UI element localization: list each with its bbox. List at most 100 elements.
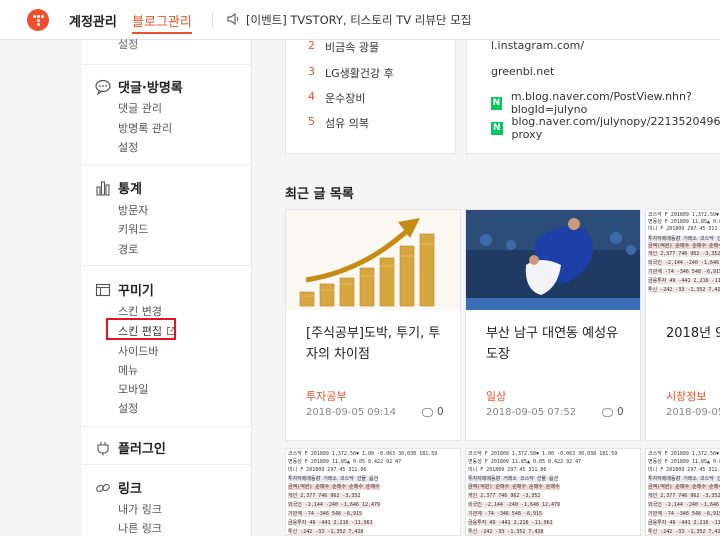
sidebar-divider	[81, 265, 252, 266]
post-card-thumbnail[interactable]: 코스닥 F 201809 1,372.50▼ 1.00 -0.063 30,03…	[465, 448, 641, 536]
post-card-thumbnail[interactable]: 코스닥 F 201809 1,372.50▼ 1.00 -0.063 30,03…	[645, 448, 720, 536]
post-title[interactable]: 2018년 9월 종합/마감시	[666, 323, 720, 344]
thumb-table-row: 변동성 F 201809 11.85▲ 0.05 0.422 92 47	[468, 459, 582, 465]
sidebar-item-keywords[interactable]: 키워드	[118, 221, 148, 237]
rank-number: 2	[308, 40, 315, 52]
sidebar-item-customize-settings[interactable]: 설정	[118, 400, 138, 416]
plugin-icon	[97, 441, 109, 455]
rank-item[interactable]: LG생활건강 후	[325, 65, 394, 81]
sidebar-item-comment-manage[interactable]: 댓글 관리	[118, 100, 162, 116]
post-card-thumbnail[interactable]: 코스닥 F 201809 1,372.50▼ 1.00 -0.063 30,03…	[285, 448, 461, 536]
thumb-table-row: 코스닥 F 201809 1,372.50▼ 1.00 -0.063 30,03…	[288, 451, 438, 457]
rank-item[interactable]: 섬유 의복	[325, 115, 369, 131]
post-comments[interactable]: 0	[422, 406, 444, 418]
ranking-panel: 2 비금속 광물 3 LG생활건강 후 4 운수장비 5 섬유 의복	[285, 40, 456, 154]
referrer-links-panel: l.instagram.com/ greenbi.net N m.blog.na…	[466, 40, 720, 154]
post-category[interactable]: 일상	[486, 388, 506, 404]
sidebar-item-settings-top[interactable]: 설정	[118, 36, 138, 52]
post-card[interactable]: 코스닥 F 201809 1,372.50▼ 1.00 -0.063 30,03…	[645, 209, 720, 441]
rank-item[interactable]: 운수장비	[325, 90, 365, 106]
post-thumbnail-judo-image	[466, 210, 640, 310]
thumb-table-row: 금융투자 49 -441 2,216 -11,961	[648, 520, 720, 526]
thumb-table-row: 개인 2,377 746 962 -3,352	[468, 493, 541, 499]
sidebar-item-referrers[interactable]: 경로	[118, 241, 138, 257]
comment-bubble-icon	[422, 407, 433, 417]
thumb-table-row: 투자자매매동향 거래소 코스닥 선물 옵션	[288, 476, 379, 482]
sidebar-item-comment-settings[interactable]: 설정	[118, 139, 138, 155]
sidebar-section-plugin[interactable]: 플러그인	[95, 438, 166, 457]
post-category[interactable]: 투자공부	[306, 388, 346, 404]
naver-icon: N	[491, 96, 502, 110]
post-thumbnail-coins-image	[286, 210, 460, 310]
sidebar-section-comments[interactable]: 댓글·방명록	[95, 77, 183, 96]
comment-icon	[95, 79, 111, 95]
sidebar-item-other-links[interactable]: 나른 링크	[118, 520, 162, 536]
referrer-link[interactable]: greenbi.net	[491, 65, 554, 78]
thumb-table-row: 코스닥 F 201809 1,372.50▼ 1.00 -0.063 30,03…	[648, 451, 720, 457]
thumb-table-row: 기관계 -74 -346 548 -6,915	[648, 511, 720, 517]
recent-posts-title: 최근 글 목록	[285, 187, 354, 202]
post-date: 2018-09-05	[666, 407, 720, 418]
layout-icon	[95, 283, 111, 296]
rank-item[interactable]: 비금속 광물	[325, 40, 379, 55]
sidebar-item-sidebar[interactable]: 사이드바	[118, 343, 158, 359]
post-title[interactable]: [주식공부]도박, 투기, 투자의 차이점	[306, 323, 446, 365]
sidebar-section-customize[interactable]: 꾸미기	[95, 280, 154, 299]
sidebar-item-menu[interactable]: 메뉴	[118, 362, 138, 378]
sidebar-item-mobile[interactable]: 모바일	[118, 381, 148, 397]
post-comments[interactable]: 0	[602, 406, 624, 418]
thumb-table-row: 미니 F 201809 297.45 311.06	[288, 467, 367, 473]
thumb-table-row: 미니 F 201809 297.45 311.06	[648, 467, 720, 473]
thumb-table-row: 투신 -242 -33 -1,352 7,428	[288, 529, 364, 535]
main-content: 2 비금속 광물 3 LG생활건강 후 4 운수장비 5 섬유 의복 l.ins…	[256, 40, 720, 536]
sidebar-section-stats[interactable]: 통계	[95, 178, 142, 197]
sidebar-item-visitors[interactable]: 방문자	[118, 202, 148, 218]
post-date: 2018-09-05 09:14	[306, 407, 397, 418]
post-date: 2018-09-05 07:52	[486, 407, 577, 418]
thumb-table-row: 외국인 -2,144 -240 -1,646 12,479	[468, 502, 561, 508]
thumb-table-row: 외국인 -2,144 -240 -1,646 12,479	[648, 260, 720, 266]
thumb-table-row: 외국인 -2,144 -240 -1,646 12,479	[648, 502, 720, 508]
speaker-icon	[227, 12, 239, 26]
thumb-table-row: 투자자매매동향 거래소 코스닥 선물 옵션	[648, 236, 720, 242]
thumb-table-row: 변동성 F 201809 11.85▲ 0.05 0.422 92 47	[648, 219, 720, 225]
thumb-table-row: 코스닥 F 201809 1,372.50▼ 1.00 -0.063 30,03…	[468, 451, 618, 457]
referrer-link[interactable]: l.instagram.com/	[491, 40, 584, 52]
sidebar-section-link[interactable]: 링크	[95, 478, 142, 497]
sidebar-divider	[81, 164, 252, 165]
sidebar-item-my-links[interactable]: 내가 링크	[118, 501, 162, 517]
thumb-table-row: 금융투자 49 -441 2,216 -11,961	[288, 520, 373, 526]
thumb-table-row: 기관계 -74 -346 548 -6,915	[468, 511, 543, 517]
sidebar-section-title: 플러그인	[118, 442, 166, 457]
thumb-table-row: 투자자매매동향 거래소 코스닥 선물 옵션	[468, 476, 559, 482]
referrer-link[interactable]: N blog.naver.com/julynopy/221352049666?p…	[491, 115, 720, 141]
thumb-table-row: 개인 2,377 746 962 -3,352	[648, 493, 720, 499]
post-thumbnail-table-image: 코스닥 F 201809 1,372.50▼ 1.00 -0.063 30,03…	[646, 210, 720, 310]
naver-icon: N	[491, 121, 503, 135]
sidebar-item-skin-change[interactable]: 스킨 변경	[118, 303, 162, 319]
post-card[interactable]: 부산 남구 대연동 예성유도장 일상 2018-09-05 07:52 0	[465, 209, 641, 441]
thumb-table-row: 투신 -242 -33 -1,352 7,428	[468, 529, 544, 535]
notice-banner[interactable]: [이벤트] TVSTORY, 티스토리 TV 리뷰단 모집	[246, 12, 471, 28]
post-card[interactable]: [주식공부]도박, 투기, 투자의 차이점 투자공부 2018-09-05 09…	[285, 209, 461, 441]
nav-blog-management[interactable]: 블로그관리	[132, 11, 192, 34]
sidebar-divider	[81, 426, 252, 427]
post-category[interactable]: 시장정보	[666, 388, 706, 404]
sidebar-section-title: 꾸미기	[118, 284, 154, 299]
sidebar-item-guestbook-manage[interactable]: 방명록 관리	[118, 120, 172, 136]
header-divider	[212, 12, 213, 28]
post-title[interactable]: 부산 남구 대연동 예성유도장	[486, 323, 626, 365]
thumb-table-row: 코스닥 F 201809 1,372.50▼ 1.00 -0.063 30,03…	[648, 212, 720, 218]
link-text: l.instagram.com/	[491, 40, 585, 52]
referrer-link[interactable]: N m.blog.naver.com/PostView.nhn?blogId=j…	[491, 90, 720, 116]
thumb-table-row: 미니 F 201809 297.45 311.06	[468, 467, 547, 473]
thumb-table-row: 변동성 F 201809 11.85▲ 0.05 0.422 92 47	[288, 459, 402, 465]
thumb-table-row: 투신 -242 -33 -1,352 7,428	[648, 287, 720, 293]
thumb-table-row: 미니 F 201809 297.45 311.06	[648, 226, 720, 232]
thumb-table-row: 개인 2,377 746 962 -3,352	[648, 251, 720, 257]
tistory-logo-icon[interactable]	[27, 9, 49, 31]
thumb-table-row: 금액(억원) 순매수 순매수 순매수 순매수	[648, 243, 720, 249]
thumb-table-row: 기관계 -74 -346 548 -6,915	[288, 511, 363, 517]
nav-account-management[interactable]: 계정관리	[69, 11, 117, 30]
sidebar-divider	[81, 464, 252, 465]
